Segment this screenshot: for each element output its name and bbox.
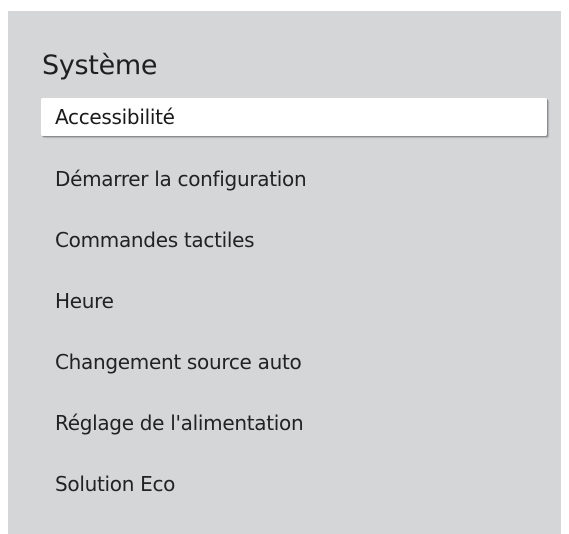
- menu-item-power-settings[interactable]: Réglage de l'alimentation: [41, 392, 547, 453]
- menu-item-touch-controls[interactable]: Commandes tactiles: [41, 209, 547, 270]
- menu-item-auto-source-switch[interactable]: Changement source auto: [41, 331, 547, 392]
- system-menu-panel: Système Accessibilité Démarrer la config…: [8, 11, 561, 534]
- menu-item-eco-solution[interactable]: Solution Eco: [41, 453, 547, 514]
- menu-title: Système: [42, 50, 158, 81]
- system-menu-list: Accessibilité Démarrer la configuration …: [41, 98, 547, 525]
- menu-item-time[interactable]: Heure: [41, 270, 547, 331]
- menu-item-accessibility[interactable]: Accessibilité: [41, 98, 547, 136]
- menu-item-start-setup[interactable]: Démarrer la configuration: [41, 148, 547, 209]
- screen: Système Accessibilité Démarrer la config…: [0, 0, 569, 534]
